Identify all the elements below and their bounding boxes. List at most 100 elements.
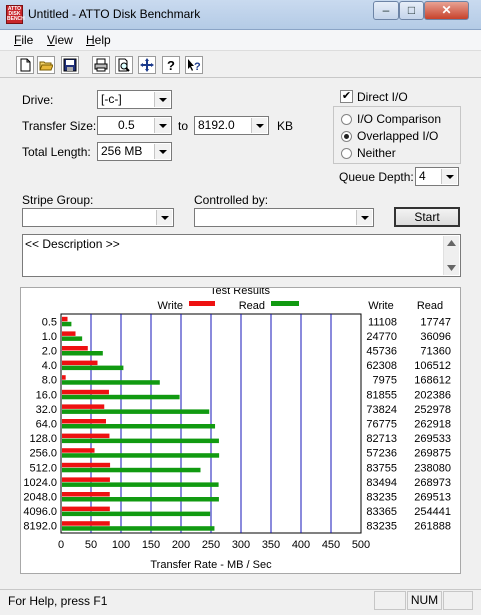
write-value: 76775 xyxy=(366,419,397,431)
chevron-down-icon xyxy=(251,118,267,133)
x-tick-label: 250 xyxy=(202,539,220,551)
drive-select[interactable]: [-c-] xyxy=(97,90,172,109)
read-value: 168612 xyxy=(414,375,451,387)
neither-radio[interactable] xyxy=(341,148,352,159)
write-bar xyxy=(62,389,109,395)
read-value: 71360 xyxy=(420,346,451,358)
read-bar xyxy=(62,526,215,531)
open-button[interactable] xyxy=(37,56,55,74)
maximize-button[interactable]: □ xyxy=(399,1,424,20)
read-bar xyxy=(62,467,201,473)
read-value: 269513 xyxy=(414,492,451,504)
category-label: 128.0 xyxy=(29,433,57,445)
transfer-size-to-select[interactable]: 8192.0 xyxy=(194,116,269,135)
svg-text:?: ? xyxy=(167,58,175,72)
category-label: 4096.0 xyxy=(23,506,57,518)
kb-label: KB xyxy=(277,119,294,133)
test-results-panel: Test Results Write Read Write Read 0 50 100 150 2… xyxy=(20,287,461,574)
write-value: 57236 xyxy=(366,448,397,460)
print-button[interactable] xyxy=(92,56,110,74)
x-tick-label: 0 xyxy=(58,539,64,551)
app-icon-text: ATTO DISK BENCH xyxy=(7,6,25,22)
queue-depth-select[interactable]: 4 xyxy=(415,167,459,186)
context-help-button[interactable]: ? xyxy=(185,56,203,74)
read-bar xyxy=(62,336,83,341)
category-label: 4.0 xyxy=(42,360,57,372)
read-bar xyxy=(62,321,72,327)
write-value: 81855 xyxy=(366,389,397,401)
read-value: 17747 xyxy=(420,316,451,328)
category-label: 8.0 xyxy=(42,375,57,387)
print-preview-icon xyxy=(118,58,130,72)
write-bar xyxy=(62,521,110,526)
write-bar xyxy=(62,404,105,409)
x-tick-label: 300 xyxy=(232,539,250,551)
write-bar xyxy=(62,433,110,439)
write-bar xyxy=(62,477,110,482)
new-button[interactable] xyxy=(16,56,34,74)
description-text: << Description >> xyxy=(25,237,120,251)
category-label: 64.0 xyxy=(36,419,57,431)
print-preview-button[interactable] xyxy=(115,56,133,74)
chevron-down-icon xyxy=(356,210,372,225)
category-label: 0.5 xyxy=(42,316,57,328)
write-bar xyxy=(62,375,66,380)
read-bar xyxy=(62,438,219,444)
read-bar xyxy=(62,453,220,458)
queue-depth-value: 4 xyxy=(419,169,426,183)
category-label: 8192.0 xyxy=(23,521,57,533)
read-bar xyxy=(62,424,216,429)
x-tick-label: 100 xyxy=(112,539,130,551)
stripe-group-select[interactable] xyxy=(22,208,174,227)
legend-write-label: Write xyxy=(158,300,183,312)
io-comparison-radio[interactable] xyxy=(341,114,352,125)
read-bar xyxy=(62,511,211,517)
description-scrollbar[interactable] xyxy=(443,236,459,275)
total-length-select[interactable]: 256 MB xyxy=(97,142,172,161)
controlled-by-label: Controlled by: xyxy=(194,193,269,207)
controlled-by-select[interactable] xyxy=(194,208,374,227)
read-value: 262918 xyxy=(414,419,451,431)
total-length-value: 256 MB xyxy=(101,144,143,158)
x-tick-label: 400 xyxy=(292,539,310,551)
read-bar xyxy=(62,380,160,385)
description-box[interactable]: << Description >> xyxy=(22,234,461,277)
chevron-down-icon xyxy=(156,210,172,225)
new-icon xyxy=(20,58,31,72)
move-button[interactable] xyxy=(138,56,156,74)
direct-io-checkbox[interactable]: ✔ xyxy=(340,90,353,103)
category-label: 1.0 xyxy=(42,331,57,343)
menu-view[interactable]: View xyxy=(47,33,73,47)
x-tick-label: 200 xyxy=(172,539,190,551)
overlapped-io-radio[interactable] xyxy=(341,131,352,142)
x-tick-label: 150 xyxy=(142,539,160,551)
menu-file[interactable]: File xyxy=(14,33,33,47)
help-button[interactable]: ? xyxy=(162,56,180,74)
category-label: 1024.0 xyxy=(23,477,57,489)
transfer-size-label: Transfer Size: xyxy=(22,119,97,133)
app-icon: ATTO DISK BENCH xyxy=(6,5,25,24)
status-pane-num: NUM xyxy=(407,591,442,610)
context-help-icon: ? xyxy=(188,59,201,72)
category-label: 256.0 xyxy=(29,448,57,460)
x-tick-label: 500 xyxy=(352,539,370,551)
menu-help[interactable]: Help xyxy=(86,33,111,47)
write-value: 24770 xyxy=(366,331,397,343)
transfer-size-from-select[interactable]: 0.5 xyxy=(97,116,172,135)
column-header-read: Read xyxy=(417,300,443,312)
chevron-down-icon xyxy=(154,118,170,133)
queue-depth-label: Queue Depth: xyxy=(339,170,414,184)
minimize-button[interactable]: – xyxy=(373,1,399,20)
write-value: 62308 xyxy=(366,360,397,372)
start-button[interactable]: Start xyxy=(394,207,460,227)
transfer-size-from-value: 0.5 xyxy=(118,118,135,132)
test-results-chart: Test Results Write Read Write Read 0 50 100 150 2… xyxy=(23,288,451,571)
read-bar xyxy=(62,394,180,400)
column-header-write: Write xyxy=(368,300,393,312)
read-bar xyxy=(62,482,219,487)
scroll-up-icon xyxy=(447,240,456,246)
write-value: 45736 xyxy=(366,346,397,358)
status-pane-caps xyxy=(374,591,406,610)
close-button[interactable]: ✕ xyxy=(424,1,469,20)
save-button[interactable] xyxy=(61,56,79,74)
